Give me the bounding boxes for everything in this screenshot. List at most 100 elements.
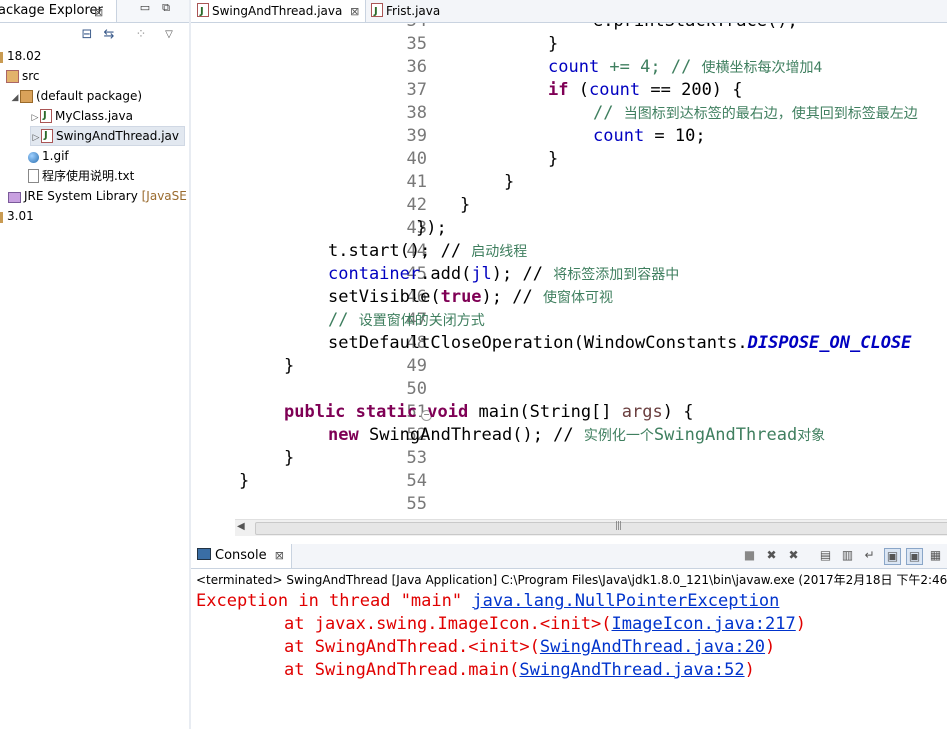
collapsed-arrow-icon[interactable]: ▷ — [31, 129, 41, 147]
java-file-icon — [197, 1, 209, 23]
code-line: // 设置窗体的关闭方式 — [328, 310, 485, 330]
word-wrap-icon[interactable]: ↵ — [862, 548, 877, 563]
line-number: 42 — [406, 195, 427, 215]
code-line: } — [504, 172, 515, 192]
maximize-icon[interactable]: ⧉ — [160, 2, 172, 14]
expanded-arrow-icon[interactable]: ◢ — [10, 89, 20, 107]
line-number: 39 — [406, 126, 427, 146]
code-line: new SwingAndThread(); // 实例化一个SwingAndTh… — [328, 425, 826, 445]
line-number: 49 — [406, 356, 427, 376]
code-line: } — [548, 34, 559, 54]
tree-item-swingandthread[interactable]: ▷SwingAndThread.jav — [30, 126, 185, 146]
line-number: 41 — [406, 172, 427, 192]
code-line: setVisible(true); // 使窗体可视 — [328, 287, 613, 307]
stack-frame-link[interactable]: SwingAndThread.java:20 — [540, 637, 765, 657]
scroll-lock-icon[interactable]: ▥ — [840, 548, 855, 563]
horizontal-scrollbar[interactable]: ◀ ||| — [235, 519, 947, 536]
code-line: }); — [416, 218, 447, 238]
tree-item-default-package[interactable]: ◢ (default package) — [10, 87, 142, 105]
text-file-icon — [28, 169, 39, 183]
view-menu-dots-icon[interactable]: ⁘ — [133, 27, 149, 43]
console-stack-frame: at javax.swing.ImageIcon.<init>(ImageIco… — [284, 614, 806, 634]
line-number: 43 — [406, 218, 427, 238]
code-line: count += 4; // 使横坐标每次增加4 — [548, 57, 823, 77]
stack-frame-link[interactable]: ImageIcon.java:217 — [612, 614, 796, 634]
package-explorer-panel: ackage Explorer ⊠ ▭ ⧉ ⊟ ⇆ ⁘ ▽ 18.02 src … — [0, 0, 190, 729]
tab-frist[interactable]: Frist.java — [367, 0, 457, 23]
code-line: setDefaultCloseOperation(WindowConstants… — [328, 333, 912, 353]
tab-package-explorer[interactable]: ackage Explorer ⊠ — [0, 0, 117, 22]
line-number: 36 — [406, 57, 427, 77]
line-number: 54 — [406, 471, 427, 491]
clear-console-icon[interactable]: ▤ — [818, 548, 833, 563]
console-stack-frame: at SwingAndThread.main(SwingAndThread.ja… — [284, 660, 755, 680]
tab-package-explorer-label: ackage Explorer — [0, 3, 103, 18]
java-file-icon — [371, 1, 383, 23]
java-file-error-icon — [40, 107, 52, 125]
tab-swingandthread[interactable]: SwingAndThread.java ⊠ — [191, 0, 366, 23]
open-console-icon[interactable]: ▦ — [928, 548, 943, 563]
line-number: 35 — [406, 34, 427, 54]
console-tabbar: Console ⊠ ■ ✖ ✖ ▤ ▥ ↵ ▣ ▣ ▦ — [191, 544, 947, 569]
exception-link[interactable]: java.lang.NullPointerException — [472, 591, 779, 611]
scrollbar-grip-icon: ||| — [615, 521, 622, 531]
code-line: count = 10; — [593, 126, 706, 146]
code-line: } — [284, 356, 295, 376]
line-number: 53 — [406, 448, 427, 468]
tree-item-src[interactable]: src — [6, 67, 40, 85]
view-menu-chevron-icon[interactable]: ▽ — [161, 27, 177, 43]
line-number: 37 — [406, 80, 427, 100]
code-line: } — [548, 149, 559, 169]
code-line: } — [239, 471, 250, 491]
code-editor: 34 35 36 37 38 39 40 41 42 43 44 45 46 4… — [191, 0, 947, 540]
line-number: 40 — [406, 149, 427, 169]
source-folder-icon — [6, 70, 19, 83]
code-line: } — [284, 448, 295, 468]
line-number: 50 — [406, 379, 427, 399]
tree-item-myclass[interactable]: ▷MyClass.java — [30, 107, 133, 125]
package-explorer-tabbar: ackage Explorer ⊠ ▭ ⧉ — [0, 0, 189, 23]
tree-item-project-1802[interactable]: 18.02 — [0, 47, 41, 65]
code-area[interactable]: 34 35 36 37 38 39 40 41 42 43 44 45 46 4… — [191, 16, 947, 518]
minimize-icon[interactable]: ▭ — [139, 2, 151, 14]
java-file-icon — [41, 127, 53, 145]
collapse-all-icon[interactable]: ⊟ — [79, 27, 95, 43]
scrollbar-thumb[interactable] — [255, 522, 947, 535]
scroll-left-icon[interactable]: ◀ — [237, 521, 245, 532]
code-line: if (count == 200) { — [548, 80, 743, 100]
console-icon — [197, 548, 211, 560]
code-line: container.add(jl); // 将标签添加到容器中 — [328, 264, 680, 284]
console-status-line: <terminated> SwingAndThread [Java Applic… — [196, 573, 947, 587]
code-line: // 当图标到达标签的最右边，使其回到标签最左边 — [593, 103, 918, 123]
tree-item-jre-library[interactable]: JRE System Library [JavaSE — [8, 187, 187, 205]
close-icon[interactable]: ⊠ — [350, 5, 359, 18]
collapsed-arrow-icon[interactable]: ▷ — [30, 109, 40, 127]
close-icon[interactable]: ⊠ — [275, 549, 284, 562]
close-icon[interactable]: ⊠ — [94, 2, 103, 24]
tab-console[interactable]: Console ⊠ — [191, 544, 292, 568]
console-error-line: Exception in thread "main" java.lang.Nul… — [196, 591, 780, 611]
package-icon — [20, 90, 33, 103]
tree-item-readme-txt[interactable]: 程序使用说明.txt — [28, 167, 134, 185]
remove-launch-icon[interactable]: ✖ — [764, 548, 779, 563]
remove-all-terminated-icon[interactable]: ✖ — [786, 548, 801, 563]
tree-item-project-301[interactable]: 3.01 — [0, 207, 34, 225]
stack-frame-link[interactable]: SwingAndThread.java:52 — [519, 660, 744, 680]
console-stack-frame: at SwingAndThread.<init>(SwingAndThread.… — [284, 637, 776, 657]
console-panel: Console ⊠ ■ ✖ ✖ ▤ ▥ ↵ ▣ ▣ ▦ <terminated>… — [191, 544, 947, 729]
code-line: } — [460, 195, 471, 215]
terminate-icon[interactable]: ■ — [742, 548, 757, 563]
code-line: t.start(); // 启动线程 — [328, 241, 528, 261]
link-with-editor-icon[interactable]: ⇆ — [101, 27, 117, 43]
display-selected-console-icon[interactable]: ▣ — [906, 548, 923, 565]
image-file-icon — [28, 152, 39, 163]
library-icon — [8, 192, 21, 203]
project-icon — [0, 212, 3, 223]
project-icon — [0, 52, 3, 63]
code-line: public static void main(String[] args) { — [284, 402, 694, 422]
editor-tabbar: SwingAndThread.java ⊠ Frist.java — [191, 0, 947, 23]
tree-item-1gif[interactable]: 1.gif — [28, 147, 69, 165]
pin-console-icon[interactable]: ▣ — [884, 548, 901, 565]
line-number: 38 — [406, 103, 427, 123]
line-number: 55 — [406, 494, 427, 514]
